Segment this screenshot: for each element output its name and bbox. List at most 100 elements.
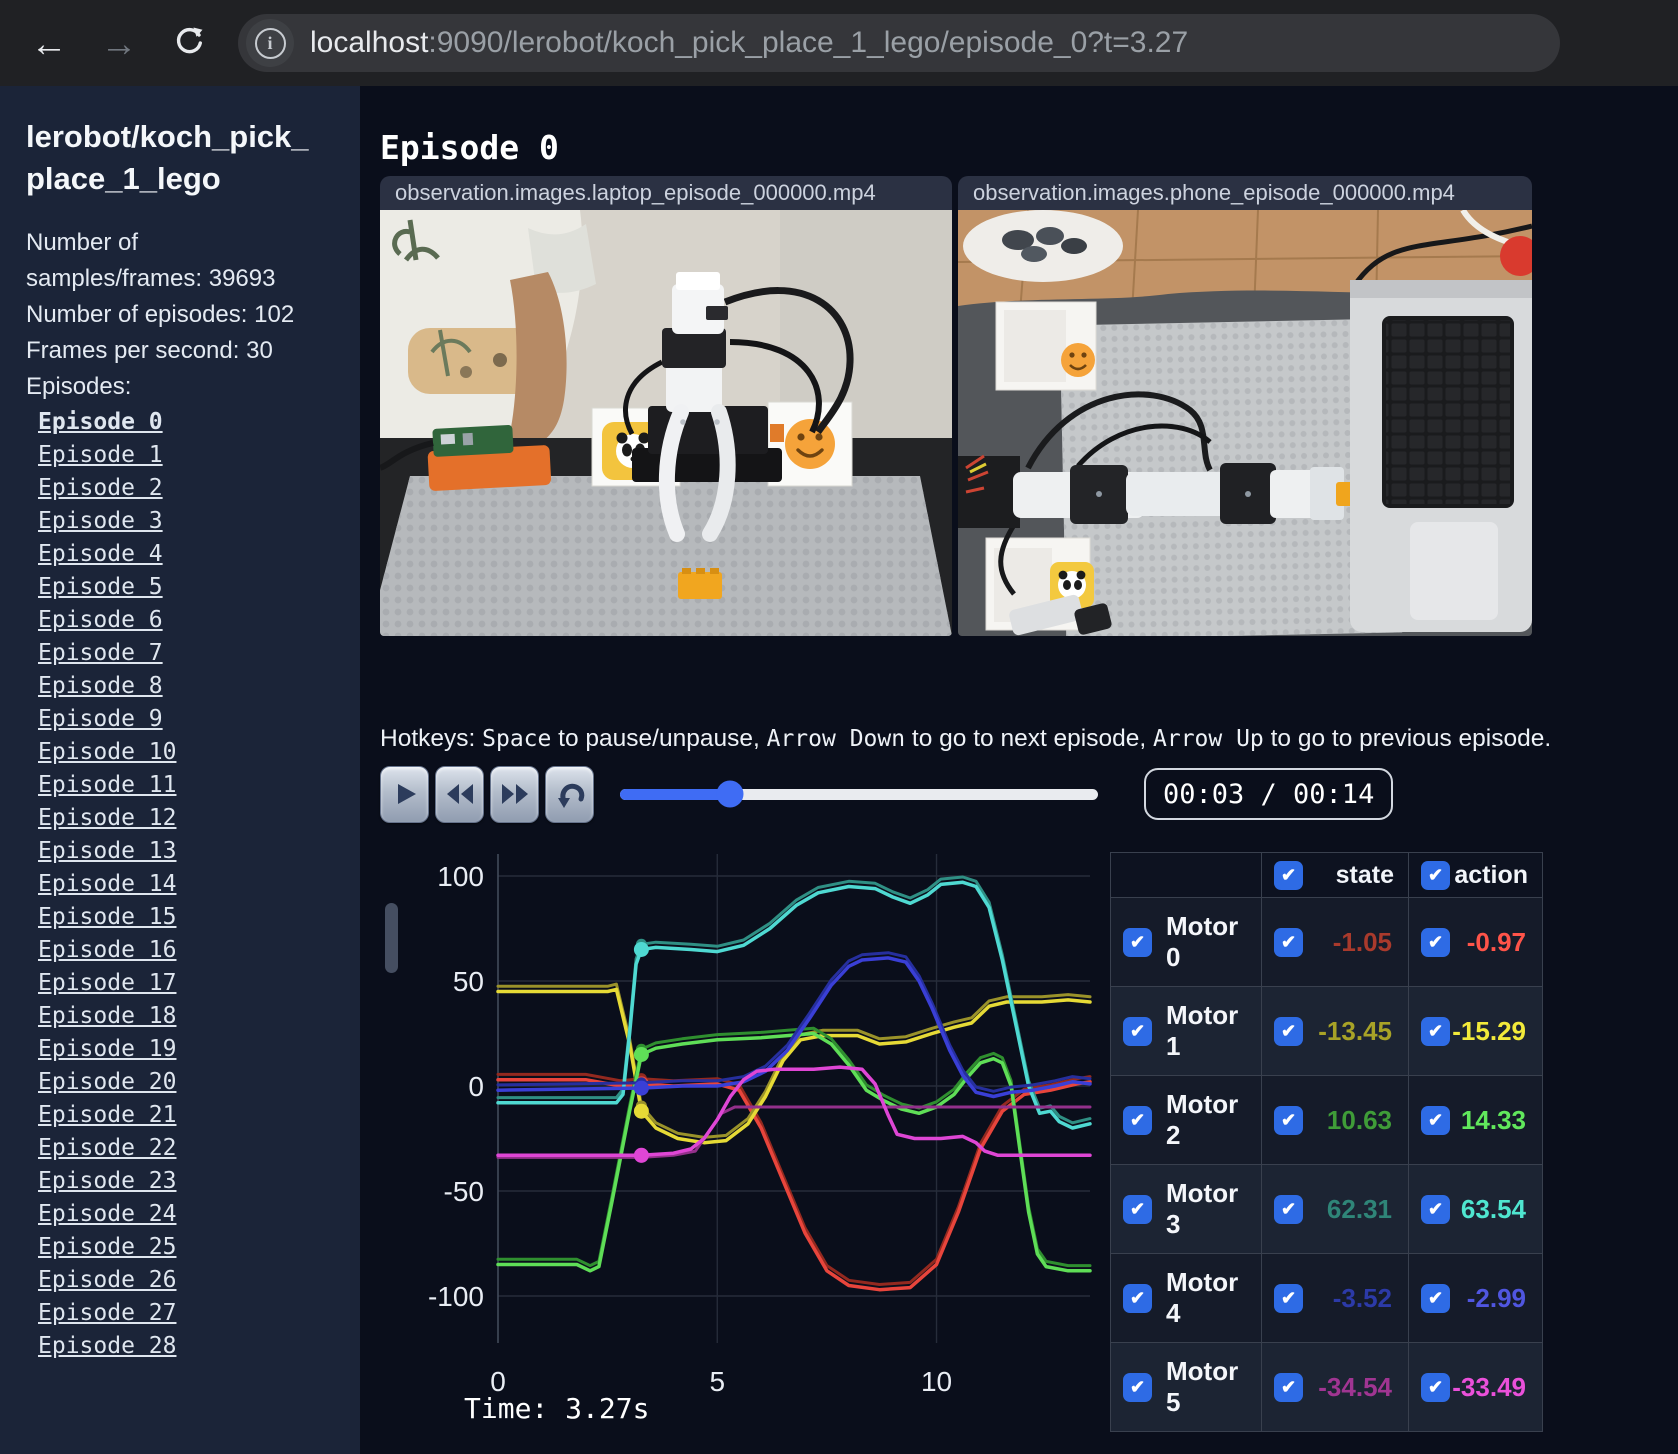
hotkey-key: Arrow Up	[1153, 725, 1264, 752]
checkbox[interactable]: ✔	[1274, 860, 1303, 890]
sidebar-episode-link[interactable]: Episode 15	[26, 901, 360, 934]
checkbox[interactable]: ✔	[1274, 1016, 1303, 1046]
motor-action-value: -15.29	[1452, 1015, 1526, 1046]
sidebar-episode-link[interactable]: Episode 9	[26, 703, 360, 736]
sidebar-episode-link[interactable]: Episode 10	[26, 736, 360, 769]
motor-label-cell: ✔ Motor 3	[1111, 1165, 1261, 1253]
sidebar: lerobot/koch_pick_place_1_lego Number of…	[0, 86, 360, 1454]
sidebar-episode-link[interactable]: Episode 17	[26, 967, 360, 1000]
sidebar-episode-link[interactable]: Episode 16	[26, 934, 360, 967]
motor-label: Motor 0	[1166, 911, 1239, 972]
sidebar-episode-link[interactable]: Episode 1	[26, 439, 360, 472]
sidebar-episode-link[interactable]: Episode 3	[26, 505, 360, 538]
url-bar[interactable]: i localhost:9090/lerobot/koch_pick_place…	[238, 14, 1560, 72]
fast-forward-icon	[501, 784, 528, 804]
sidebar-episode-link[interactable]: Episode 11	[26, 769, 360, 802]
chart-time-label: Time: 3.27s	[464, 1392, 650, 1425]
sidebar-episode-link[interactable]: Episode 13	[26, 835, 360, 868]
sidebar-episode-link[interactable]: Episode 8	[26, 670, 360, 703]
table-corner-cell	[1111, 853, 1261, 897]
sidebar-episode-link[interactable]: Episode 0	[26, 406, 360, 439]
wrist-camera	[706, 306, 728, 320]
current-time-dot-action	[633, 1047, 649, 1062]
checkbox[interactable]: ✔	[1421, 1016, 1450, 1046]
hotkey-text: to pause/unpause,	[551, 724, 767, 752]
sidebar-episode-link[interactable]: Episode 2	[26, 472, 360, 505]
seek-slider-thumb[interactable]	[716, 780, 744, 808]
checkbox[interactable]: ✔	[1421, 1105, 1450, 1135]
current-time-dot-action	[633, 942, 649, 957]
dataset-title: lerobot/koch_pick_place_1_lego	[26, 119, 309, 196]
motor-state-cell: ✔ -13.45	[1262, 987, 1408, 1075]
sidebar-episode-link[interactable]: Episode 24	[26, 1198, 360, 1231]
column-header-state: ✔ state	[1262, 853, 1408, 897]
checkbox[interactable]: ✔	[1274, 927, 1303, 957]
sidebar-episode-link[interactable]: Episode 7	[26, 637, 360, 670]
series-line	[496, 987, 1092, 1145]
episode-list: Episode 0 Episode 1 Episode 2 Episode 3 Epis…	[26, 406, 360, 1363]
motor-action-cell: ✔ -15.29	[1409, 987, 1542, 1075]
url-text: localhost:9090/lerobot/koch_pick_place_1…	[310, 26, 1188, 60]
site-info-icon[interactable]: i	[246, 19, 294, 67]
checkbox[interactable]: ✔	[1274, 1372, 1303, 1402]
play-button[interactable]	[380, 765, 429, 823]
checkbox[interactable]: ✔	[1123, 1283, 1152, 1313]
checkbox[interactable]: ✔	[1421, 1283, 1450, 1313]
sidebar-episode-link[interactable]: Episode 5	[26, 571, 360, 604]
video-laptop[interactable]	[380, 210, 952, 636]
checkbox[interactable]: ✔	[1123, 927, 1152, 957]
sidebar-episode-link[interactable]: Episode 20	[26, 1066, 360, 1099]
motor-table: ✔ state ✔ action ✔ Motor 0 ✔ -1.05 ✔ -0.97 ✔ Motor …	[1110, 852, 1543, 1432]
fast-forward-button[interactable]	[490, 765, 539, 823]
sidebar-episode-link[interactable]: Episode 12	[26, 802, 360, 835]
motor-action-cell: ✔ -2.99	[1409, 1254, 1542, 1342]
checkbox[interactable]: ✔	[1274, 1283, 1303, 1313]
back-icon[interactable]: ←	[28, 25, 70, 62]
checkbox[interactable]: ✔	[1274, 1105, 1303, 1135]
checkbox[interactable]: ✔	[1421, 927, 1450, 957]
scrollbar-thumb[interactable]	[385, 903, 398, 973]
player-controls: 00:03 / 00:14	[380, 765, 1394, 823]
url-host: localhost	[310, 26, 429, 59]
checkbox[interactable]: ✔	[1123, 1016, 1152, 1046]
sidebar-episode-link[interactable]: Episode 18	[26, 1000, 360, 1033]
video-title-laptop: observation.images.laptop_episode_000000…	[380, 176, 952, 210]
checkbox[interactable]: ✔	[1123, 1194, 1152, 1224]
sidebar-episode-link[interactable]: Episode 26	[26, 1264, 360, 1297]
sidebar-episode-link[interactable]: Episode 27	[26, 1297, 360, 1330]
episodes-count: Number of episodes: 102	[26, 301, 295, 329]
sidebar-episode-link[interactable]: Episode 6	[26, 604, 360, 637]
sidebar-episode-link[interactable]: Episode 22	[26, 1132, 360, 1165]
checkbox[interactable]: ✔	[1421, 860, 1450, 890]
forward-icon[interactable]: →	[98, 25, 140, 62]
checkbox[interactable]: ✔	[1123, 1372, 1152, 1402]
hotkey-text: to go to previous episode.	[1263, 724, 1552, 752]
sidebar-episode-link[interactable]: Episode 14	[26, 868, 360, 901]
current-time-dot-action	[633, 1147, 649, 1163]
sidebar-episode-link[interactable]: Episode 25	[26, 1231, 360, 1264]
sidebar-episode-link[interactable]: Episode 19	[26, 1033, 360, 1066]
motor-state-cell: ✔ -34.54	[1262, 1343, 1408, 1431]
reload-icon[interactable]	[168, 23, 210, 63]
checkbox[interactable]: ✔	[1421, 1372, 1450, 1402]
sidebar-episode-link[interactable]: Episode 23	[26, 1165, 360, 1198]
checkbox[interactable]: ✔	[1123, 1105, 1152, 1135]
dataset-info: Number of samples/frames: 39693 Number o…	[26, 225, 318, 405]
motor-label-cell: ✔ Motor 0	[1111, 898, 1261, 986]
current-time-dot-action	[633, 1080, 649, 1096]
seek-slider[interactable]	[620, 780, 1098, 808]
lego-brick	[678, 568, 722, 599]
checkbox[interactable]: ✔	[1274, 1194, 1303, 1224]
sidebar-episode-link[interactable]: Episode 4	[26, 538, 360, 571]
x-tick-label: 5	[709, 1366, 725, 1397]
video-phone[interactable]	[958, 210, 1532, 636]
rewind-button[interactable]	[435, 765, 484, 823]
sidebar-episode-link[interactable]: Episode 21	[26, 1099, 360, 1132]
loop-button[interactable]	[545, 765, 594, 823]
rewind-icon	[446, 784, 473, 804]
hotkey-key: Space	[482, 725, 552, 752]
motor-chart[interactable]: 100 50 0 -50 -100 0 5 10	[398, 846, 1098, 1404]
motor-state-cell: ✔ -3.52	[1262, 1254, 1408, 1342]
sidebar-episode-link[interactable]: Episode 28	[26, 1330, 360, 1363]
checkbox[interactable]: ✔	[1421, 1194, 1450, 1224]
